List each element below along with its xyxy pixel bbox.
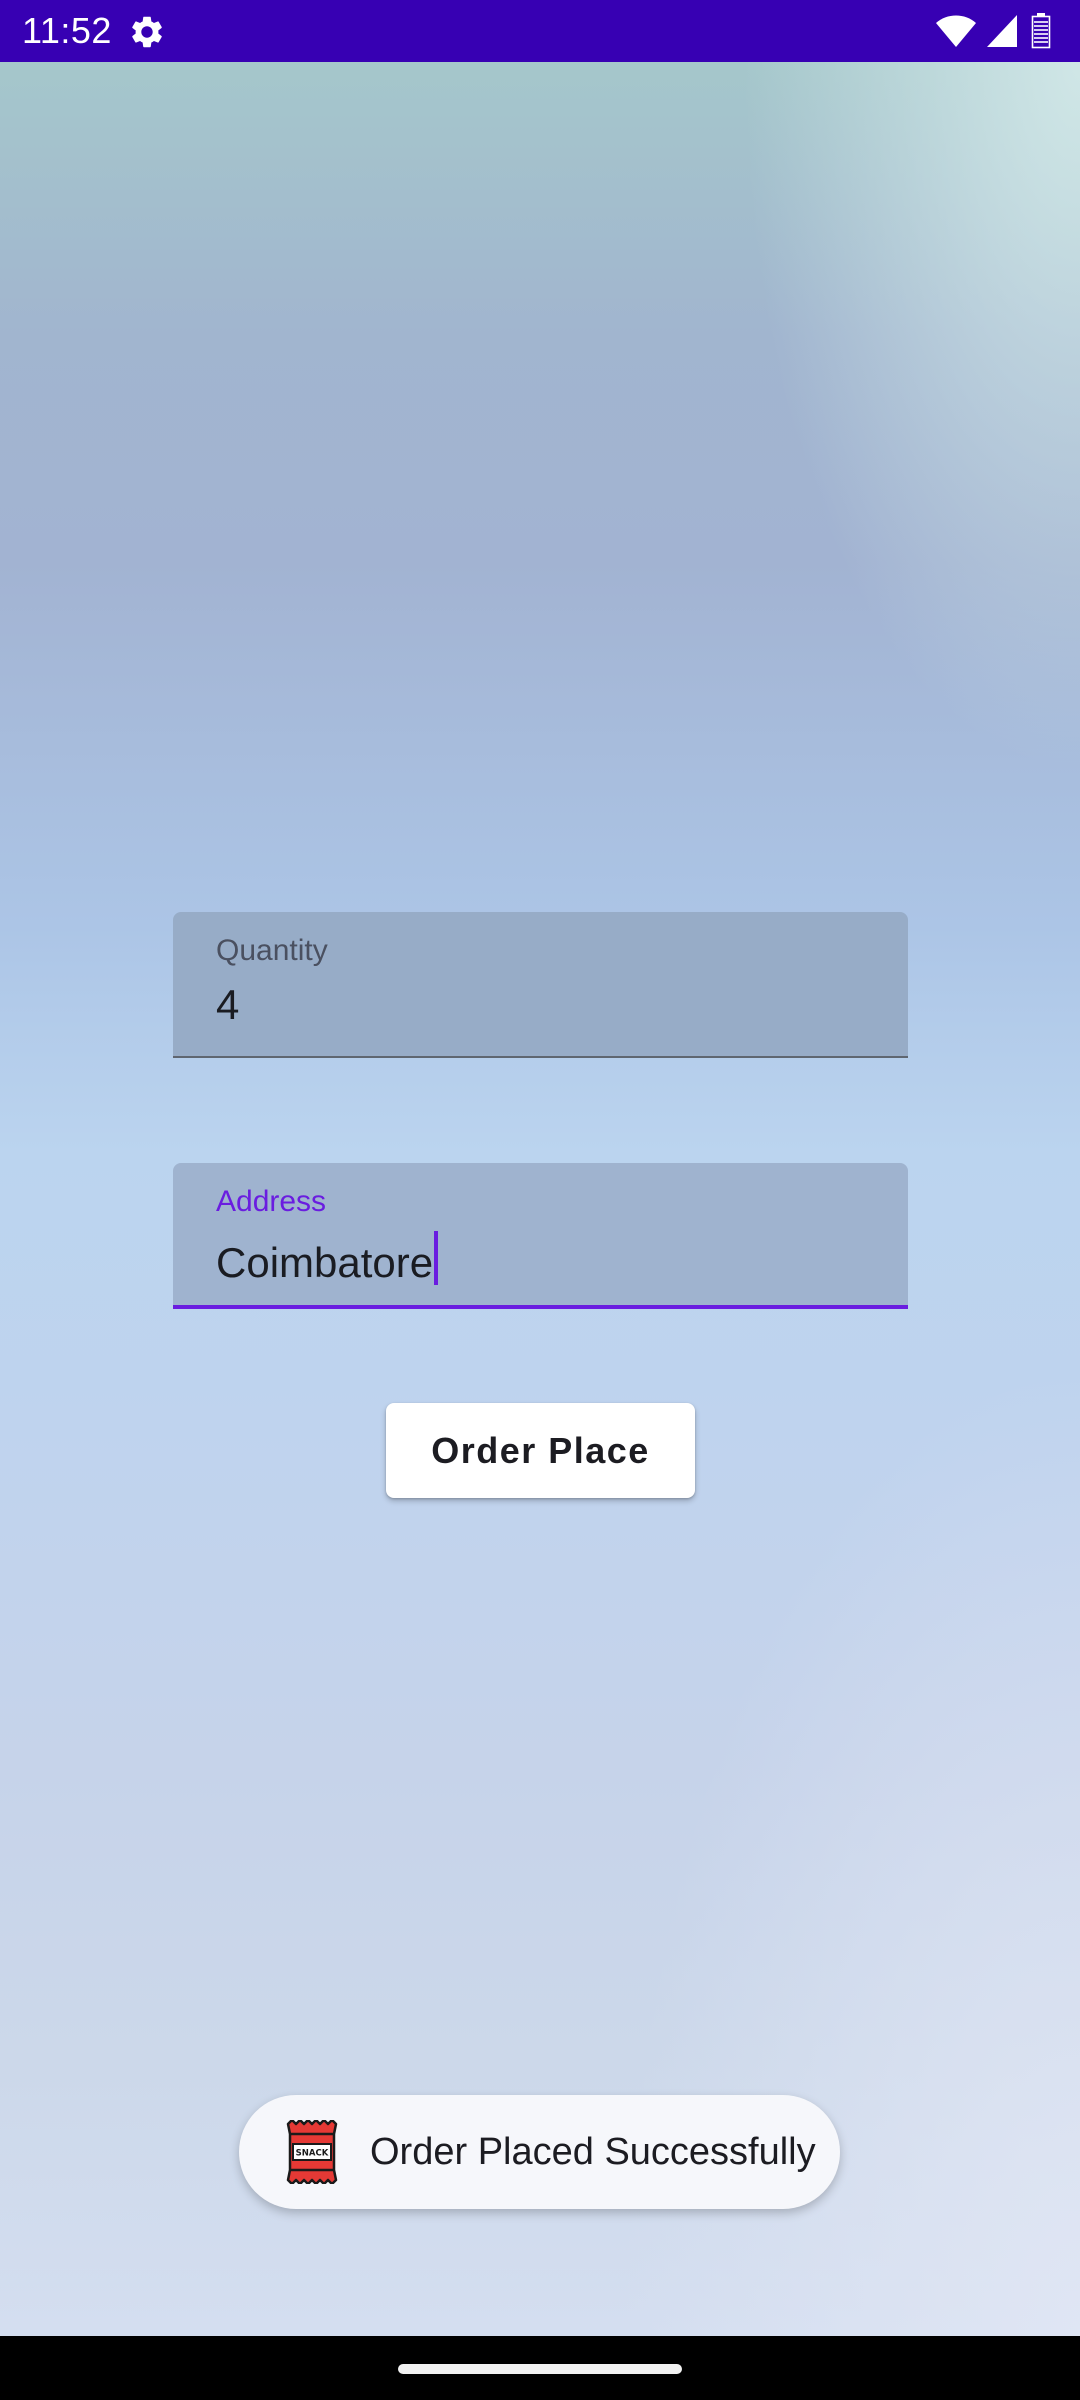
snack-icon-text: SNACK bbox=[296, 2149, 329, 2159]
address-input[interactable]: Coimbatore bbox=[216, 1231, 439, 1288]
cell-signal-icon bbox=[987, 15, 1017, 47]
settings-icon bbox=[132, 16, 162, 48]
status-time: 11:52 bbox=[22, 10, 112, 51]
text-cursor bbox=[434, 1231, 439, 1285]
toast-notification: SNACK Order Placed Successfully bbox=[239, 2095, 840, 2209]
quantity-field[interactable]: Quantity 4 bbox=[173, 912, 908, 1058]
snack-icon: SNACK bbox=[286, 2120, 338, 2184]
status-bar: 11:52 bbox=[0, 0, 1080, 62]
status-icons bbox=[936, 12, 1054, 50]
address-input-value: Coimbatore bbox=[216, 1239, 434, 1286]
address-label: Address bbox=[216, 1185, 327, 1218]
wifi-icon bbox=[936, 15, 976, 47]
quantity-label: Quantity bbox=[216, 934, 328, 967]
toast-message: Order Placed Successfully bbox=[370, 2131, 816, 2173]
navigation-bar bbox=[0, 2336, 1080, 2400]
battery-icon bbox=[1031, 13, 1051, 49]
address-field[interactable]: Address Coimbatore bbox=[173, 1163, 908, 1309]
order-place-button[interactable]: Order Place bbox=[386, 1403, 695, 1498]
quantity-input-value[interactable]: 4 bbox=[216, 980, 239, 1030]
home-gesture-handle[interactable] bbox=[398, 2364, 682, 2374]
